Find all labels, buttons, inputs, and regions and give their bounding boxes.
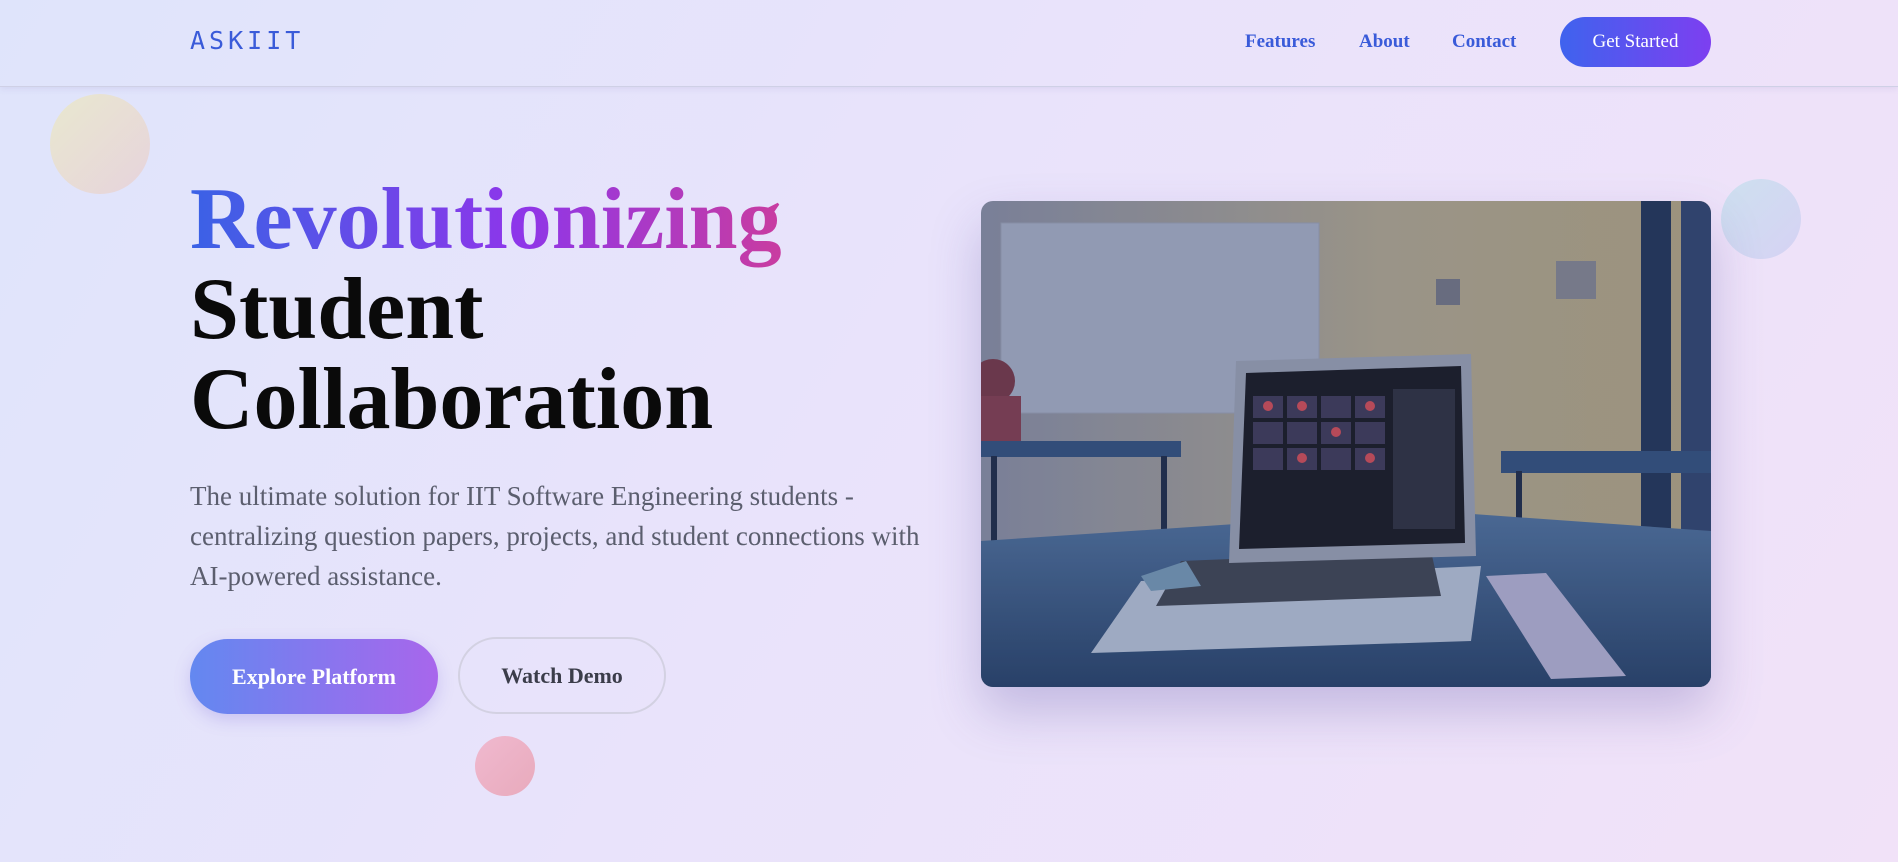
decorative-bubble — [50, 94, 150, 194]
explore-platform-button[interactable]: Explore Platform — [190, 639, 438, 714]
top-navbar: ASKIIT Features About Contact Get Starte… — [0, 0, 1898, 87]
decorative-bubble — [475, 736, 535, 796]
get-started-button[interactable]: Get Started — [1560, 17, 1711, 67]
classroom-laptop-illustration — [981, 201, 1711, 687]
watch-demo-button[interactable]: Watch Demo — [458, 637, 666, 714]
hero-title: Revolutionizing Student Collaboration — [190, 175, 782, 445]
hero-title-line2: Student — [190, 261, 484, 358]
nav-link-contact[interactable]: Contact — [1452, 31, 1516, 53]
hero-title-line3: Collaboration — [190, 351, 714, 448]
nav-link-features[interactable]: Features — [1245, 31, 1315, 53]
hero-title-highlight: Revolutionizing — [190, 171, 782, 268]
hero-subtitle: The ultimate solution for IIT Software E… — [190, 481, 920, 591]
nav-link-about[interactable]: About — [1359, 31, 1410, 53]
hero-image — [981, 201, 1711, 687]
decorative-bubble — [1721, 179, 1801, 259]
logo[interactable]: ASKIIT — [190, 26, 304, 55]
